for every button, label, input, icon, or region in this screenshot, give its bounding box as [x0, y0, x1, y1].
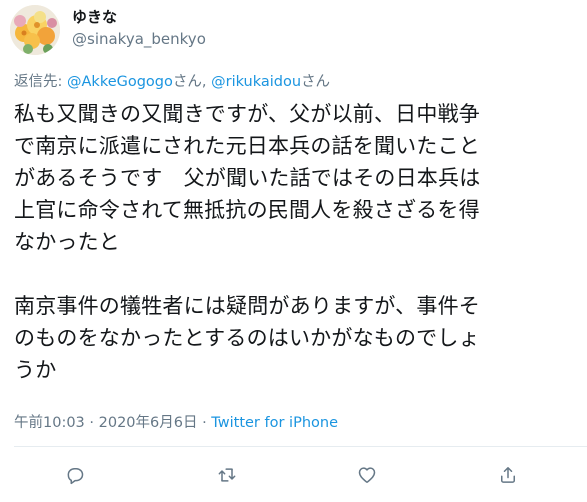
reply-prefix: 返信先:	[14, 74, 67, 90]
display-name[interactable]: ゆきな	[72, 7, 206, 27]
retweet-icon	[218, 468, 236, 482]
retweet-button[interactable]	[212, 460, 242, 490]
user-name-block: ゆきな @sinakya_benkyo	[72, 7, 206, 49]
reply-icon	[67, 468, 84, 485]
divider	[14, 446, 587, 447]
user-handle[interactable]: @sinakya_benkyo	[72, 29, 206, 49]
tweet-header: ゆきな @sinakya_benkyo	[10, 5, 206, 55]
like-icon	[358, 467, 376, 483]
tweet-meta: 午前10:03 · 2020年6月6日 · Twitter for iPhone	[14, 413, 338, 433]
tweet-card: ゆきな @sinakya_benkyo 返信先: @AkkeGogogoさん, …	[0, 0, 587, 502]
share-button[interactable]	[493, 460, 523, 490]
like-button[interactable]	[352, 460, 382, 490]
action-bar	[0, 460, 587, 490]
mention-rikukaidou[interactable]: @rikukaidou	[211, 74, 301, 90]
source-link[interactable]: Twitter for iPhone	[211, 415, 338, 431]
avatar[interactable]	[10, 5, 60, 55]
reply-to-line: 返信先: @AkkeGogogoさん, @rikukaidouさん	[14, 72, 330, 92]
reply-suffix-1: さん,	[172, 74, 212, 90]
reply-button[interactable]	[60, 460, 90, 490]
avatar-flower-image	[10, 5, 60, 55]
mention-akkegogogo[interactable]: @AkkeGogogo	[67, 74, 173, 90]
reply-suffix-2: さん	[301, 74, 331, 90]
tweet-text: 私も又聞きの又聞きですが、父が以前、日中戦争 で南京に派遣にされた元日本兵の話を…	[14, 102, 481, 382]
timestamp[interactable]: 午前10:03 · 2020年6月6日 ·	[14, 415, 211, 431]
share-icon	[501, 467, 515, 483]
